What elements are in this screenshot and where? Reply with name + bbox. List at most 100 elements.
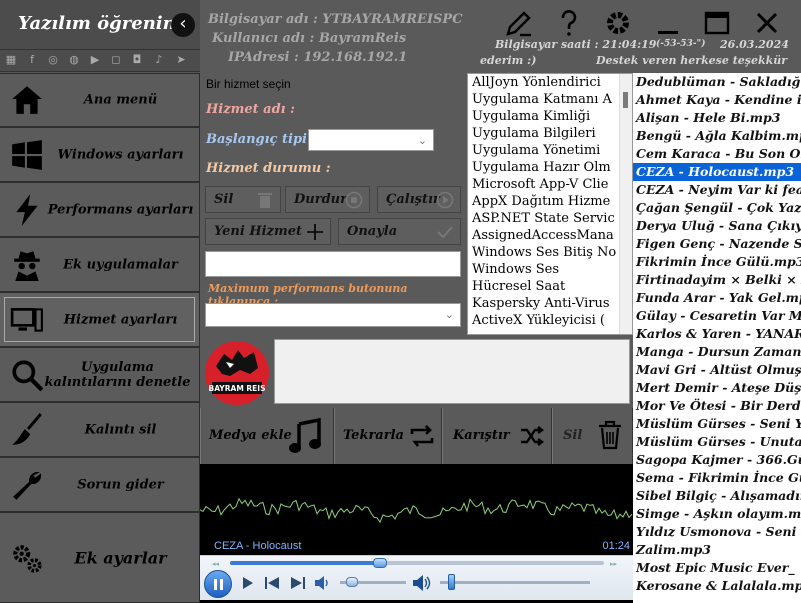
sidebar-item-troubleshoot[interactable]: Sorun gider <box>0 457 200 512</box>
service-list-item[interactable]: AppX Dağıtım Hizme <box>468 193 632 210</box>
playlist-item[interactable]: Firtinadayim × Belki × B <box>633 271 801 289</box>
playlist-item[interactable]: Karlos & Yaren - YANAR <box>633 325 801 343</box>
playlist-item[interactable]: Cem Karaca - Bu Son Ol <box>633 145 801 163</box>
seek-thumb[interactable] <box>372 558 387 568</box>
service-list-item[interactable]: Uygulama Kimliği <box>468 108 632 125</box>
playlist-item[interactable]: Manga - Dursun Zaman. <box>633 343 801 361</box>
playlist-item[interactable]: Yıldız Usmonova - Seni S <box>633 523 801 541</box>
stop-service-button[interactable]: Durdur <box>285 186 370 213</box>
help-icon[interactable] <box>554 8 584 38</box>
playlist-item[interactable]: Simge - Aşkın olayım.mp <box>633 505 801 523</box>
playlist-item[interactable]: Most Epic Music Ever_ <box>633 559 801 577</box>
service-list-item[interactable]: AllJoyn Yönlendirici <box>468 74 632 91</box>
playlist-item[interactable]: Derya Uluğ - Sana Çıkıyo <box>633 217 801 235</box>
close-icon[interactable] <box>752 8 782 38</box>
playlist[interactable]: Dedublüman - Sakladığın Ahmet Kaya - Kend… <box>633 73 801 603</box>
service-list-item[interactable]: Windows Ses <box>468 261 632 278</box>
facebook-icon[interactable]: f <box>25 53 39 67</box>
seek-bar[interactable] <box>230 558 604 568</box>
instagram-icon[interactable]: ◻ <box>109 53 123 67</box>
settings-gear-icon[interactable] <box>603 8 633 38</box>
sidebar-item-delete-leftovers[interactable]: Kalıntı sil <box>0 402 200 457</box>
sidebar-item-performance[interactable]: Performans ayarları <box>0 182 200 237</box>
new-service-button[interactable]: Yeni Hizmet <box>205 218 331 245</box>
service-list-item[interactable]: AssignedAccessMana <box>468 227 632 244</box>
sidebar-item-service-settings[interactable]: Hizmet ayarları <box>0 292 200 347</box>
playlist-item[interactable]: Müslüm Gürses - Unutam <box>633 433 801 451</box>
speaker-icon[interactable] <box>314 575 330 591</box>
playlist-item[interactable]: CEZA - Neyim Var ki feat <box>633 181 801 199</box>
twitch-icon[interactable]: ◘ <box>130 53 144 67</box>
service-list-item[interactable]: Uygulama Yönetimi <box>468 142 632 159</box>
sidebar-item-leftover-check[interactable]: Uygulama kalıntılarını denetle <box>0 347 200 402</box>
discord-icon[interactable]: ◍ <box>67 53 81 67</box>
playlist-item[interactable]: Sibel Bilgiç - Alışamadım <box>633 487 801 505</box>
play-icon[interactable] <box>240 576 254 590</box>
repeat-button[interactable]: Tekrarla <box>334 408 442 464</box>
service-list-item[interactable]: Uygulama Bilgileri <box>468 125 632 142</box>
minimize-icon[interactable] <box>653 8 683 38</box>
add-media-button[interactable]: Medya ekle <box>200 408 334 464</box>
service-list-item[interactable]: Uygulama Hazır Olm <box>468 159 632 176</box>
playlist-item[interactable]: Ahmet Kaya - Kendine iyi <box>633 91 801 109</box>
youtube-icon[interactable]: ▶ <box>88 53 102 67</box>
playlist-item[interactable]: Mavi Gri - Altüst Olmuşu <box>633 361 801 379</box>
service-list-item[interactable]: ActiveX Yükleyicisi ( <box>468 312 632 329</box>
performance-select[interactable]: ⌄ <box>205 303 461 327</box>
seek-back-icon[interactable]: ◂◂ <box>212 560 219 568</box>
maximize-icon[interactable] <box>702 8 732 38</box>
telegram-icon[interactable]: ➤ <box>174 53 188 67</box>
service-text-input[interactable] <box>205 251 461 277</box>
balance-thumb[interactable] <box>346 577 358 587</box>
balance-slider[interactable] <box>340 577 406 587</box>
previous-icon[interactable] <box>264 576 280 590</box>
playlist-item[interactable]: Zalim.mp3 <box>633 541 801 559</box>
next-icon[interactable] <box>290 576 306 590</box>
service-list-item[interactable]: Microsoft App-V Clie <box>468 176 632 193</box>
confirm-button[interactable]: Onayla <box>338 218 461 245</box>
sidebar-item-extra-settings[interactable]: Ek ayarlar <box>0 512 200 603</box>
playlist-item[interactable]: Funda Arar - Yak Gel.mp <box>633 289 801 307</box>
pause-button[interactable] <box>204 570 232 598</box>
playlist-item[interactable]: Figen Genç - Nazende Se <box>633 235 801 253</box>
scroll-thumb[interactable] <box>623 92 628 108</box>
playlist-item[interactable]: Mert Demir - Ateşe Düşt <box>633 379 801 397</box>
playlist-item[interactable]: CEZA - Holocaust.mp3 <box>633 163 801 181</box>
map-icon[interactable]: ▦ <box>4 53 18 67</box>
playlist-item[interactable]: Alişan - Hele Bi.mp3 <box>633 109 801 127</box>
notes-textarea[interactable] <box>274 339 630 404</box>
playlist-item[interactable]: Sagopa Kajmer - 366.Gü <box>633 451 801 469</box>
playlist-item[interactable]: Dedublüman - Sakladığın <box>633 73 801 91</box>
playlist-item[interactable]: Mor Ve Ötesi - Bir Derdin <box>633 397 801 415</box>
service-list-item[interactable]: Windows Ses Bitiş No <box>468 244 632 261</box>
sidebar-item-main-menu[interactable]: Ana menü <box>0 73 200 127</box>
tiktok-icon[interactable]: ♪ <box>152 53 166 67</box>
volume-thumb[interactable] <box>447 574 455 590</box>
service-list-item[interactable]: Hücresel Saat <box>468 278 632 295</box>
playlist-item[interactable]: Fikrimin İnce Gülü.mp3 <box>633 253 801 271</box>
playlist-item[interactable]: Kerosane & Lalalala.mp3 <box>633 577 801 595</box>
playlist-item[interactable]: Müslüm Gürses - Seni Ya <box>633 415 801 433</box>
playlist-item[interactable]: Çağan Şengül - Çok Yazık <box>633 199 801 217</box>
shuffle-button[interactable]: Karıştır <box>442 408 552 464</box>
delete-service-button[interactable]: Sil <box>205 186 281 213</box>
startup-type-select[interactable]: ⌄ <box>308 129 434 151</box>
service-list-item[interactable]: ASP.NET State Servic <box>468 210 632 227</box>
delete-media-button[interactable]: Sil <box>552 408 633 464</box>
services-list[interactable]: AllJoyn Yönlendirici Uygulama Katmanı A Uy… <box>467 73 633 335</box>
playlist-item[interactable]: Gülay - Cesaretin Var Mı <box>633 307 801 325</box>
back-arrow-icon[interactable]: ‹ <box>171 13 195 37</box>
run-service-button[interactable]: Çalıştır <box>377 186 461 213</box>
seek-forward-icon[interactable]: ▸▸ <box>610 560 617 568</box>
service-list-item[interactable]: Uygulama Katmanı A <box>468 91 632 108</box>
service-list-item[interactable]: Kaspersky Anti-Virus <box>468 295 632 312</box>
playlist-item[interactable]: Bengü - Ağla Kalbim.mp3 <box>633 127 801 145</box>
whatsapp-icon[interactable]: ◎ <box>46 53 60 67</box>
sidebar-item-extra-apps[interactable]: Ek uygulamalar <box>0 237 200 292</box>
edit-icon[interactable] <box>504 8 534 38</box>
services-scrollbar[interactable] <box>619 74 632 334</box>
sidebar-item-windows-settings[interactable]: Windows ayarları <box>0 127 200 182</box>
volume-icon[interactable] <box>412 574 432 592</box>
volume-slider[interactable] <box>440 574 590 590</box>
playlist-item[interactable]: Sema - Fikrimin İnce Gü <box>633 469 801 487</box>
